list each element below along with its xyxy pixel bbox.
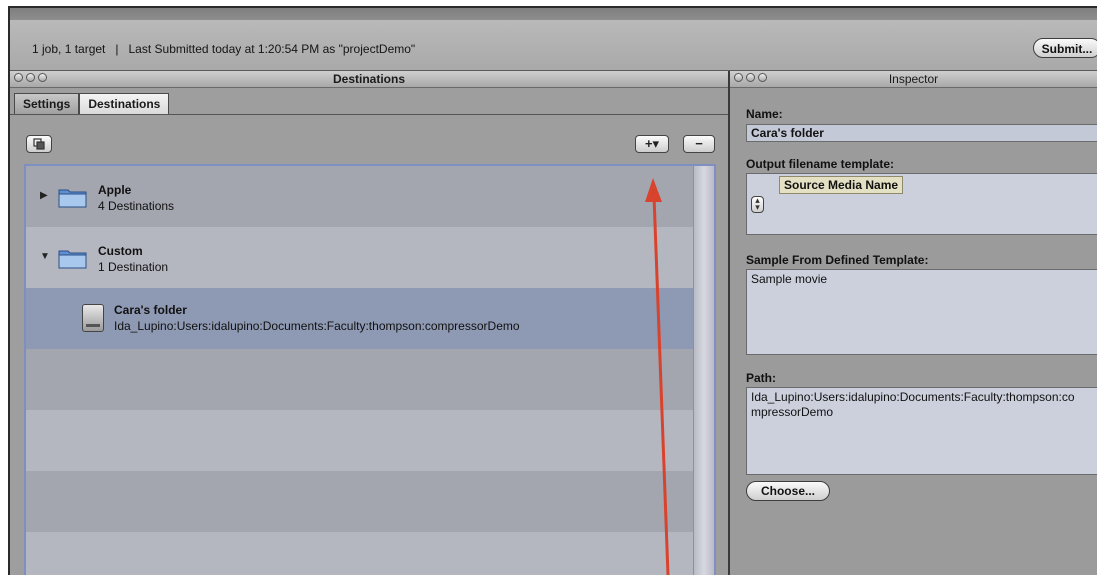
submit-button[interactable]: Submit... xyxy=(1033,38,1097,58)
minimize-window-button[interactable] xyxy=(746,73,755,82)
close-window-button[interactable] xyxy=(734,73,743,82)
destinations-title: Destinations xyxy=(332,72,405,86)
disclosure-collapsed-icon[interactable]: ▶ xyxy=(40,190,48,201)
path-line: Ida_Lupino:Users:idalupino:Documents:Fac… xyxy=(751,390,1075,404)
folder-icon xyxy=(58,250,87,269)
template-field[interactable]: Source Media Name ▴ ▾ xyxy=(746,173,1097,235)
hard-drive-icon xyxy=(82,304,104,332)
group-count: 4 Destinations xyxy=(98,199,175,213)
window-controls xyxy=(734,73,767,82)
list-scrollbar[interactable] xyxy=(693,166,714,575)
tab-divider xyxy=(10,114,728,115)
status-bar: 1 job, 1 target | Last Submitted today a… xyxy=(10,20,1097,71)
template-label: Output filename template: xyxy=(746,157,895,171)
add-destination-button[interactable]: +▾ xyxy=(635,135,669,153)
batch-status-text: 1 job, 1 target | Last Submitted today a… xyxy=(32,42,416,56)
tab-destinations[interactable]: Destinations xyxy=(79,93,170,114)
inspector-title: Inspector xyxy=(888,72,939,86)
list-item-empty xyxy=(26,471,694,532)
path-line: mpressorDemo xyxy=(751,405,834,419)
folder-icon xyxy=(58,189,87,208)
group-count: 1 Destination xyxy=(98,260,169,274)
destinations-list[interactable]: ▶ Apple 4 Destinations ▼ Custom 1 Destin… xyxy=(24,164,716,575)
destinations-panel: Destinations Settings Destinations +▾ − … xyxy=(10,71,730,575)
remove-destination-button[interactable]: − xyxy=(683,135,715,153)
destination-path: Ida_Lupino:Users:idalupino:Documents:Fac… xyxy=(114,319,520,333)
group-name: Custom xyxy=(98,244,143,258)
window-top-strip xyxy=(10,8,1097,20)
sample-field: Sample movie xyxy=(746,269,1097,355)
path-field: Ida_Lupino:Users:idalupino:Documents:Fac… xyxy=(746,387,1097,475)
tab-settings[interactable]: Settings xyxy=(14,93,80,114)
duplicate-button[interactable] xyxy=(26,135,52,153)
destinations-titlebar: Destinations xyxy=(10,71,728,88)
duplicate-icon xyxy=(33,138,45,150)
name-field[interactable]: Cara's folder xyxy=(746,124,1097,142)
choose-button[interactable]: Choose... xyxy=(746,481,830,501)
group-name: Apple xyxy=(98,183,132,197)
list-item-empty xyxy=(26,349,694,410)
disclosure-expanded-icon[interactable]: ▼ xyxy=(40,251,50,262)
token-menu-button[interactable]: ▴ ▾ xyxy=(751,196,764,213)
list-item-empty xyxy=(26,410,694,471)
destination-name: Cara's folder xyxy=(114,303,187,317)
destinations-list-rows: ▶ Apple 4 Destinations ▼ Custom 1 Destin… xyxy=(26,166,694,575)
minimize-window-button[interactable] xyxy=(26,73,35,82)
template-token[interactable]: Source Media Name xyxy=(779,176,904,194)
zoom-window-button[interactable] xyxy=(758,73,767,82)
path-label: Path: xyxy=(746,371,776,385)
zoom-window-button[interactable] xyxy=(38,73,47,82)
list-item-caras-folder[interactable]: Cara's folder Ida_Lupino:Users:idalupino… xyxy=(26,288,694,349)
list-item-custom[interactable]: ▼ Custom 1 Destination xyxy=(26,227,694,288)
app-window: 1 job, 1 target | Last Submitted today a… xyxy=(8,6,1097,575)
list-item-apple[interactable]: ▶ Apple 4 Destinations xyxy=(26,166,694,227)
close-window-button[interactable] xyxy=(14,73,23,82)
list-item-empty xyxy=(26,532,694,575)
sample-label: Sample From Defined Template: xyxy=(746,253,929,267)
panel-tabs: Settings Destinations xyxy=(14,93,170,115)
inspector-panel: Inspector Name: Cara's folder Output fil… xyxy=(730,71,1097,575)
name-label: Name: xyxy=(746,107,783,121)
window-controls xyxy=(14,73,47,82)
inspector-titlebar: Inspector xyxy=(730,71,1097,88)
